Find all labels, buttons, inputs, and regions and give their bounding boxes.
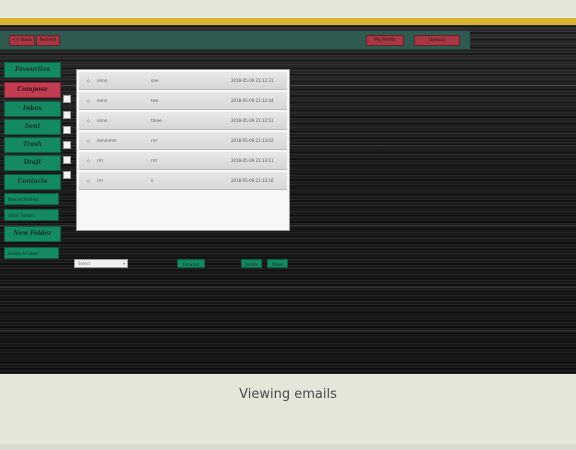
row-checkbox[interactable]: [63, 126, 71, 134]
row-date: 2018-05-09 21:13:02: [231, 138, 274, 143]
row-sender: rrrr: [97, 158, 104, 163]
compose-button[interactable]: Compose: [4, 82, 61, 98]
email-list: ◇ nnnn one 2018-05-09 21:12:31 ◇ nnnn two 2018-…: [76, 69, 290, 231]
row-checkbox[interactable]: [63, 111, 71, 119]
row-subject: two: [151, 98, 159, 103]
row-checkbox[interactable]: [63, 95, 71, 103]
texture-line: [0, 287, 576, 288]
table-row[interactable]: ◇ rrrr ii 2018-05-09 21:13:16: [79, 172, 287, 190]
sidebar-item-contacts[interactable]: Contacts: [4, 174, 61, 190]
row-subject: rrrr: [151, 158, 158, 163]
sidebar-item-inbox[interactable]: Inbox: [4, 101, 61, 117]
row-subject: rrrr: [151, 138, 158, 143]
row-date: 2018-05-09 21:13:16: [231, 178, 274, 183]
row-sender: nnnn: [97, 98, 108, 103]
row-sender: mmmmm: [97, 138, 117, 143]
table-row[interactable]: ◇ rrrr rrrr 2018-05-09 21:13:11: [79, 152, 287, 170]
table-row[interactable]: ◇ nnnn two 2018-05-09 21:12:44: [79, 92, 287, 110]
caption: Viewing emails: [239, 387, 337, 402]
row-status-icon: ◇: [87, 178, 91, 183]
delete-folder-button[interactable]: Delete A Folder: [4, 247, 59, 259]
forward-button[interactable]: Forward: [177, 259, 205, 268]
profile-button[interactable]: My Profile: [366, 35, 404, 46]
table-row[interactable]: ◇ mmmmm rrrr 2018-05-09 21:13:02: [79, 132, 287, 150]
row-checkbox[interactable]: [63, 141, 71, 149]
table-row[interactable]: ◇ nnnn three 2018-05-09 21:12:51: [79, 112, 287, 130]
row-sender: rrrr: [97, 178, 104, 183]
row-status-icon: ◇: [87, 158, 91, 163]
row-sender: nnnn: [97, 118, 108, 123]
select-value: Select: [78, 261, 91, 266]
row-sender: nnnn: [97, 78, 108, 83]
row-status-icon: ◇: [87, 118, 91, 123]
top-nav: << Back Refresh My Profile Upload: [0, 31, 470, 50]
table-row[interactable]: ◇ nnnn one 2018-05-09 21:12:31: [79, 72, 287, 90]
delete-button[interactable]: Delete: [241, 259, 262, 268]
upload-button[interactable]: Upload: [414, 35, 460, 46]
new-folder-button[interactable]: New Folder: [4, 226, 61, 242]
row-checkbox[interactable]: [63, 156, 71, 164]
row-subject: three: [151, 118, 162, 123]
action-select[interactable]: Select ▾: [74, 259, 128, 268]
row-date: 2018-05-09 21:13:11: [231, 158, 274, 163]
row-status-icon: ◇: [87, 78, 91, 83]
row-checkbox[interactable]: [63, 171, 71, 179]
texture-line: [0, 330, 576, 331]
row-date: 2018-05-09 21:12:44: [231, 98, 274, 103]
sidebar-item-draft[interactable]: Draft: [4, 155, 61, 171]
other-folders-button[interactable]: Other Folders: [4, 209, 59, 221]
title-bar: [0, 18, 576, 25]
move-button[interactable]: Move: [267, 259, 288, 268]
sidebar-item-sent[interactable]: Sent: [4, 119, 61, 135]
top-strip: [0, 0, 576, 18]
refresh-button[interactable]: Refresh: [36, 35, 60, 46]
row-date: 2018-05-09 21:12:31: [231, 78, 274, 83]
row-subject: ii: [151, 178, 154, 183]
row-date: 2018-05-09 21:12:51: [231, 118, 274, 123]
sidebar-item-trash[interactable]: Trash: [4, 137, 61, 153]
row-subject: one: [151, 78, 159, 83]
row-status-icon: ◇: [87, 138, 91, 143]
sidebar-item-favourites[interactable]: Favourites: [4, 62, 61, 78]
filtered-folders-button[interactable]: Filtered Folders: [4, 193, 59, 205]
bottom-bar: [0, 444, 576, 450]
back-button[interactable]: << Back: [9, 35, 35, 46]
row-status-icon: ◇: [87, 98, 91, 103]
chevron-down-icon: ▾: [122, 261, 125, 266]
